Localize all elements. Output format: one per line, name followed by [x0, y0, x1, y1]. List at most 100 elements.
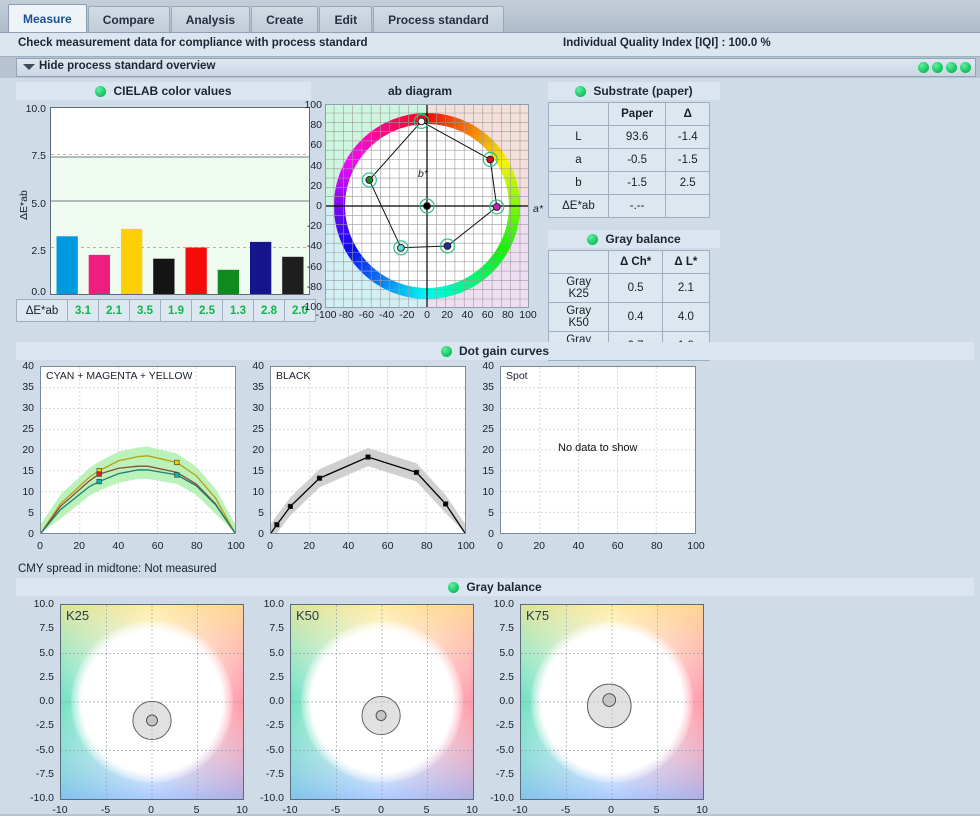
graybalance-bottom-header: Gray balance — [16, 578, 974, 596]
substrate-col-delta: Δ — [665, 102, 710, 126]
ab-ytick-5: 0 — [316, 200, 322, 212]
spot-chart-title: Spot — [506, 370, 528, 382]
cmy-xtick-4: 80 — [190, 540, 203, 552]
k75-measured-point — [602, 693, 617, 707]
black-xtick-2: 40 — [342, 540, 355, 552]
black-ytick-5: 25 — [252, 423, 264, 435]
ab-ytick-2: 60 — [310, 139, 322, 152]
bar-yellow — [121, 228, 143, 294]
ab-diagram-svg — [326, 105, 528, 307]
cmy-ytick-2: 10 — [22, 486, 34, 498]
page-subtitle: Check measurement data for compliance wi… — [18, 37, 368, 49]
tab-compare[interactable]: Compare — [87, 6, 170, 33]
k75-xtick-3: 5 — [653, 804, 660, 816]
status-dots — [918, 62, 971, 73]
k50-xtick-0: -10 — [282, 804, 298, 816]
substrate-row-L-label: L — [548, 125, 609, 149]
black-xtick-3: 60 — [381, 540, 394, 552]
ab-point-yellow — [417, 117, 426, 126]
k25-xtick-1: -5 — [100, 804, 111, 816]
cmy-ytick-0: 0 — [28, 528, 34, 540]
k25-ytick-6: -5.0 — [35, 743, 54, 756]
k25-ytick-1: 7.5 — [39, 622, 54, 635]
delta-e-cell-3: 1.9 — [160, 299, 192, 322]
table-row: ΔE*ab -.-- — [548, 194, 710, 218]
tab-process-standard[interactable]: Process standard — [373, 6, 504, 33]
table-row: ΔE*ab 3.1 2.1 3.5 1.9 2.5 1.3 2.8 2.0 — [16, 299, 316, 322]
gb-row-k25-dch: 0.5 — [608, 273, 663, 303]
ab-diagram-header: ab diagram — [320, 82, 520, 100]
tab-create[interactable]: Create — [251, 6, 319, 33]
cielab-ytick-7.5: 7.5 — [31, 150, 46, 162]
table-row: a -0.5 -1.5 — [548, 148, 710, 172]
gb-col-blank — [547, 250, 610, 274]
content-area: CIELAB color values 10.0 7.5 5.0 2.5 0.0… — [0, 78, 980, 816]
k50-measured-point — [375, 710, 387, 722]
k50-ytick-8: -10.0 — [260, 792, 284, 804]
spot-xtick-3: 60 — [611, 540, 624, 552]
spot-ytick-1: 5 — [488, 507, 494, 519]
k25-ytick-5: -2.5 — [35, 719, 54, 732]
ab-diagram-title: ab diagram — [387, 84, 453, 98]
black-ytick-4: 20 — [252, 444, 264, 456]
ab-plot-area — [325, 104, 529, 308]
tab-edit[interactable]: Edit — [319, 6, 373, 33]
ab-ytick-9: -80 — [306, 280, 322, 293]
substrate-row-a-delta: -1.5 — [665, 148, 710, 172]
ab-ytick-1: 80 — [310, 119, 322, 132]
cmy-marker-4 — [174, 472, 180, 478]
ab-point-red — [486, 155, 495, 164]
k50-plot-area — [290, 604, 474, 800]
gb-row-k25-dl: 2.1 — [661, 273, 711, 303]
spot-xtick-4: 80 — [650, 540, 663, 552]
application-window: Measure Compare Analysis Create Edit Pro… — [0, 0, 980, 816]
black-ytick-0: 0 — [258, 528, 264, 540]
bar-magenta — [88, 254, 110, 294]
ab-ytick-4: 20 — [310, 179, 322, 192]
k75-ytick-6: -5.0 — [495, 743, 514, 756]
cmy-ytick-7: 35 — [22, 381, 34, 393]
ab-point-blue — [443, 242, 452, 250]
cielab-ytick-2.5: 2.5 — [31, 245, 46, 257]
substrate-panel-header: Substrate (paper) — [548, 82, 720, 100]
graybalance-bottom-title: Gray balance — [466, 580, 542, 594]
dotgain-panel-title: Dot gain curves — [458, 344, 550, 358]
table-row: b -1.5 2.5 — [548, 171, 710, 195]
dotgain-panel-header: Dot gain curves — [16, 342, 974, 360]
ab-point-cyan — [397, 243, 405, 252]
substrate-row-b-paper: -1.5 — [607, 171, 667, 195]
gb-row-k50-dch: 0.4 — [608, 302, 663, 332]
tab-measure[interactable]: Measure — [8, 4, 87, 33]
k50-xtick-2: 0 — [378, 804, 384, 816]
black-xtick-1: 20 — [303, 540, 316, 552]
black-marker-2 — [316, 475, 323, 481]
spot-xtick-2: 40 — [572, 540, 585, 552]
cmy-ytick-3: 15 — [22, 465, 34, 477]
k25-ytick-3: 2.5 — [39, 670, 54, 683]
k50-ytick-1: 7.5 — [269, 622, 284, 635]
gb-col-dch: Δ Ch* — [608, 250, 663, 274]
substrate-row-b-delta: 2.5 — [665, 171, 710, 195]
bar-blue — [250, 241, 272, 294]
substrate-row-dE-delta — [665, 194, 710, 218]
cmy-xtick-0: 0 — [37, 540, 43, 552]
status-dot-4 — [960, 62, 971, 73]
status-dot-icon — [95, 85, 107, 97]
black-marker-5 — [443, 501, 449, 507]
black-plot-area — [270, 366, 466, 534]
overview-toggle-bar[interactable]: Hide process standard overview — [16, 58, 976, 77]
table-row: Gray K25 0.5 2.1 — [547, 273, 711, 303]
black-ytick-3: 15 — [252, 465, 264, 477]
k50-ytick-6: -5.0 — [265, 743, 284, 756]
k50-xtick-3: 5 — [423, 804, 430, 816]
iqi-value: Individual Quality Index [IQI] : 100.0 % — [563, 37, 771, 49]
k25-xtick-4: 10 — [236, 804, 248, 816]
gb-row-k25-label: Gray K25 — [547, 273, 610, 303]
tab-analysis[interactable]: Analysis — [170, 6, 251, 33]
gb-row-k50-label: Gray K50 — [547, 302, 610, 332]
k25-ytick-0: 10.0 — [33, 598, 54, 610]
k75-ytick-0: 10.0 — [493, 598, 514, 610]
spot-ytick-8: 40 — [482, 360, 494, 372]
substrate-row-b-label: b — [548, 171, 609, 195]
k25-ytick-7: -7.5 — [35, 767, 54, 780]
